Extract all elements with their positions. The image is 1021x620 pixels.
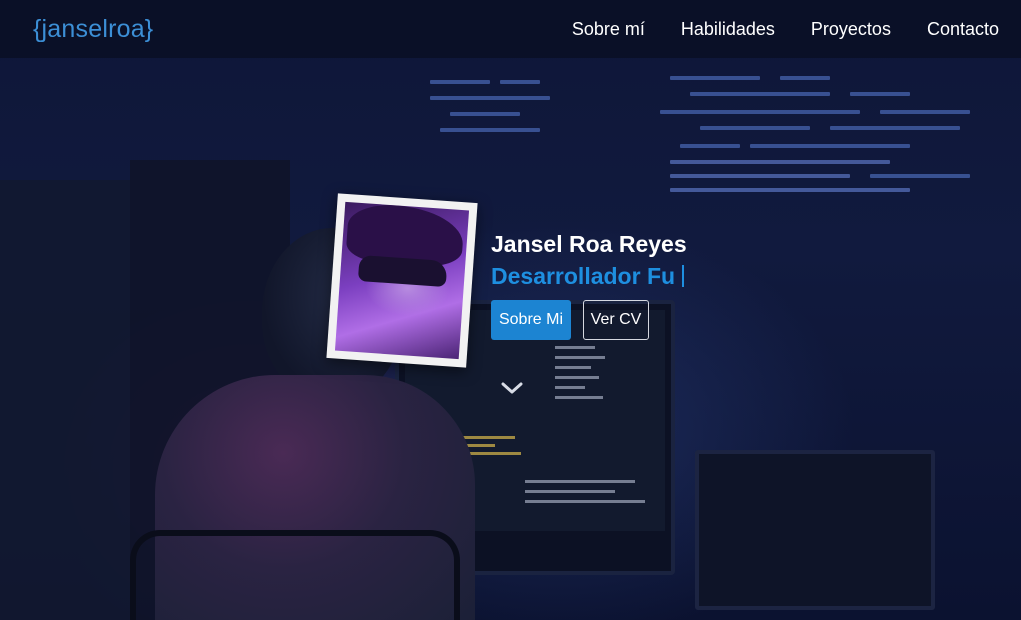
background-code-wall — [420, 70, 1020, 210]
brand-logo[interactable]: {janselroa} — [33, 15, 153, 44]
nav-link-habilidades[interactable]: Habilidades — [681, 19, 775, 40]
typing-cursor — [682, 265, 684, 287]
profile-name: Jansel Roa Reyes — [491, 231, 687, 257]
profile-photo — [334, 201, 470, 360]
nav-link-proyectos[interactable]: Proyectos — [811, 19, 891, 40]
profile-role-container: Desarrollador Fu — [491, 263, 685, 293]
nav-link-sobre-mi[interactable]: Sobre mí — [572, 19, 645, 40]
nav-link-contacto[interactable]: Contacto — [927, 19, 999, 40]
navbar: {janselroa} Sobre mí Habilidades Proyect… — [0, 0, 1021, 58]
background-monitor-secondary — [695, 450, 935, 610]
background-chair — [130, 530, 460, 620]
about-me-button[interactable]: Sobre Mi — [491, 300, 571, 340]
view-cv-button[interactable]: Ver CV — [583, 300, 649, 340]
nav-links: Sobre mí Habilidades Proyectos Contacto — [572, 19, 999, 40]
profile-role: Desarrollador Fu — [491, 263, 676, 289]
chevron-down-icon[interactable] — [499, 378, 525, 398]
profile-photo-frame — [326, 193, 478, 368]
